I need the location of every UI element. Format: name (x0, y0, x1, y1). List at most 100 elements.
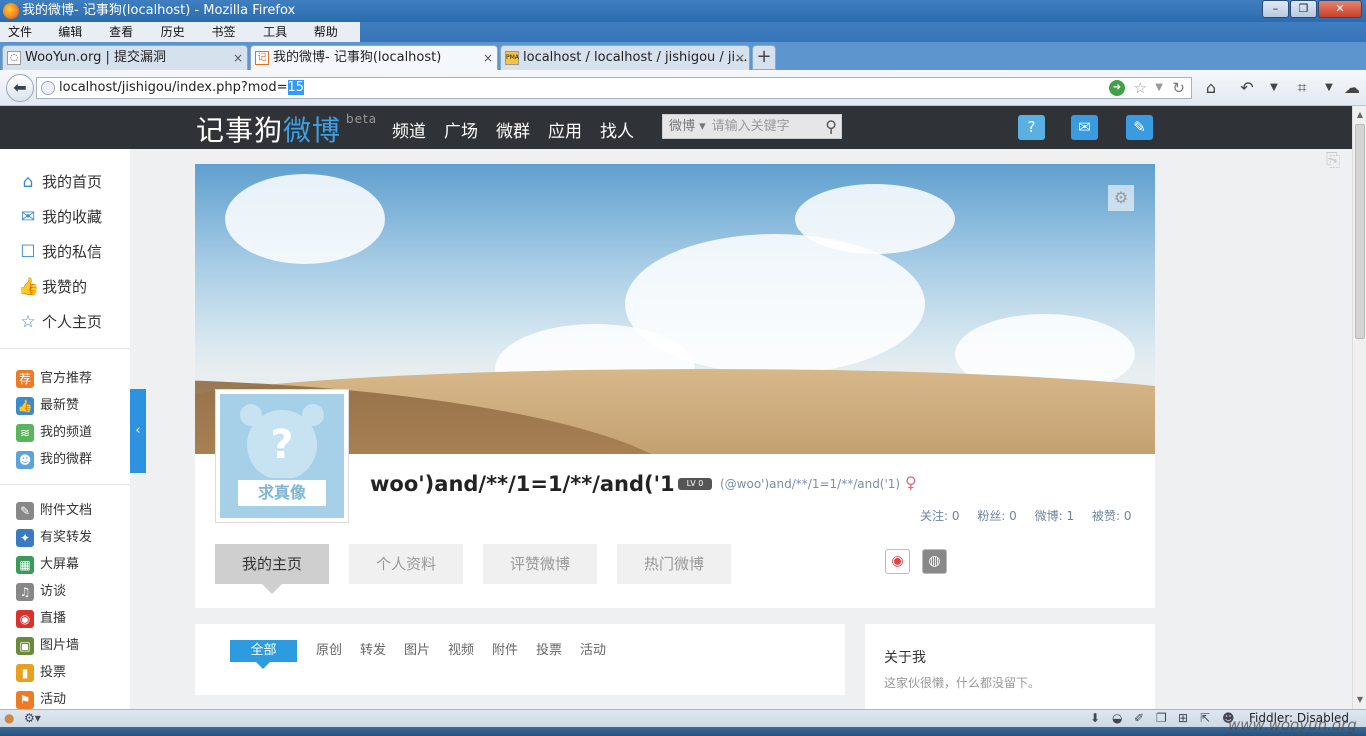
minimize-button[interactable]: – (1262, 0, 1289, 18)
tab-wooyun[interactable]: ◌ WooYun.org | 提交漏洞 × (2, 45, 248, 70)
sidebar-item-latest-likes[interactable]: 👍 最新赞 (16, 394, 79, 415)
feed-tab-votes[interactable]: 投票 (536, 640, 562, 662)
sidebar-item-messages[interactable]: ☐ 我的私信 (18, 241, 102, 262)
tab-close-icon[interactable]: × (483, 46, 493, 70)
tab-close-icon[interactable]: × (233, 46, 243, 70)
stat-liked[interactable]: 被赞: 0 (1092, 509, 1132, 523)
tab-hot-posts[interactable]: 热门微博 (617, 544, 731, 584)
menu-history[interactable]: 历史(S) (155, 22, 206, 59)
sidebar-item-liked[interactable]: 👍 我赞的 (18, 276, 87, 297)
mask-icon[interactable]: ◒ (1112, 710, 1122, 727)
sidebar-item-attachments[interactable]: ✎ 附件文档 (16, 499, 92, 520)
tab-my-home[interactable]: 我的主页 (215, 544, 329, 584)
feed-tab-events[interactable]: 活动 (580, 640, 606, 662)
menu-tools[interactable]: 工具(T) (257, 22, 308, 59)
gear-icon[interactable]: ⚙ (1108, 185, 1134, 211)
feed-tab-attachments[interactable]: 附件 (492, 640, 518, 662)
tab-liked-posts[interactable]: 评赞微博 (483, 544, 597, 584)
window-title: 我的微博- 记事狗(localhost) - Mozilla Firefox (22, 3, 296, 18)
scrollbar-thumb[interactable] (1355, 124, 1365, 339)
home-icon[interactable]: ⌂ (1199, 76, 1223, 100)
tab-profile-info[interactable]: 个人资料 (349, 544, 463, 584)
stat-followers[interactable]: 粉丝: 0 (977, 509, 1017, 523)
tab-jishigou[interactable]: 记 我的微博- 记事狗(localhost) × (250, 45, 498, 70)
window-icon[interactable]: ❐ (1156, 710, 1167, 727)
nav-group[interactable]: 微群 (496, 117, 530, 142)
weibo-share-icon[interactable]: ◉ (885, 549, 910, 574)
qq-share-icon[interactable]: ◍ (922, 549, 947, 574)
help-icon[interactable]: ? (1018, 115, 1045, 140)
history-dropdown-icon[interactable]: ▼ (1155, 78, 1163, 98)
url-bar[interactable]: localhost/jishigou/index.php?mod=15 ➜ ☆ … (36, 77, 1192, 99)
nav-find-people[interactable]: 找人 (600, 117, 634, 142)
feed-tab-images[interactable]: 图片 (404, 640, 430, 662)
sidebar-item-big-screen[interactable]: ▦ 大屏幕 (16, 553, 79, 574)
sidebar-item-events[interactable]: ⚑ 活动 (16, 688, 66, 709)
sidebar-item-recommend[interactable]: 荐官方推荐 (16, 367, 92, 388)
feed-tab-repost[interactable]: 转发 (360, 640, 386, 662)
crop-dropdown-icon[interactable]: ▼ (1317, 76, 1341, 100)
menu-help[interactable]: 帮助(H) (308, 22, 360, 59)
avatar[interactable]: ? 求真像 (215, 389, 349, 523)
sidebar-item-vote[interactable]: ▮ 投票 (16, 661, 66, 682)
sidebar-item-photo-wall[interactable]: ▣ 图片墙 (16, 634, 79, 655)
feed-tab-videos[interactable]: 视频 (448, 640, 474, 662)
sidebar-item-favorites[interactable]: ✉ 我的收藏 (18, 206, 102, 227)
image-icon: ▣ (16, 636, 34, 655)
mail-icon[interactable]: ✉ (1071, 115, 1098, 140)
close-window-button[interactable]: ✕ (1318, 0, 1362, 18)
menu-view[interactable]: 查看(V) (103, 22, 154, 59)
maximize-button[interactable]: ❐ (1290, 0, 1317, 18)
sidebar-item-my-channels[interactable]: ≋ 我的频道 (16, 421, 92, 442)
bookmark-star-icon[interactable]: ☆ (1134, 78, 1147, 98)
page-corner-icon[interactable]: ⎘ (1326, 150, 1350, 174)
sidebar-item-interview[interactable]: ♫ 访谈 (16, 580, 66, 601)
sidebar-item-profile[interactable]: ☆ 个人主页 (18, 311, 102, 332)
sidebar-item-live[interactable]: ◉ 直播 (16, 607, 66, 628)
stat-posts[interactable]: 微博: 1 (1035, 509, 1075, 523)
new-tab-button[interactable]: + (752, 45, 776, 70)
search-icon[interactable]: ⚲ (825, 115, 837, 138)
back-button[interactable]: ⬅ (6, 74, 34, 102)
scroll-up-icon[interactable]: ▲ (1353, 108, 1366, 122)
go-icon[interactable]: ➜ (1109, 80, 1125, 96)
chat-icon[interactable]: ☁ (1340, 76, 1364, 100)
export-icon[interactable]: ⇱ (1200, 710, 1210, 727)
feed-tab-original[interactable]: 原创 (316, 640, 342, 662)
search-scope-select[interactable]: 微博 ▾ (669, 119, 706, 134)
tab-favicon-icon: ◌ (7, 51, 21, 65)
nav-apps[interactable]: 应用 (548, 117, 582, 142)
live-icon: ◉ (16, 609, 34, 628)
nav-channel[interactable]: 频道 (392, 117, 426, 142)
site-search-input[interactable]: 微博 ▾ 请输入关键字 ⚲ (662, 114, 842, 139)
stat-following[interactable]: 关注: 0 (920, 509, 960, 523)
nav-square[interactable]: 广场 (444, 117, 478, 142)
download-icon[interactable]: ⬇ (1090, 710, 1100, 727)
level-badge: LV 0 (678, 478, 712, 490)
sidebar-item-reward-repost[interactable]: ✦ 有奖转发 (16, 526, 92, 547)
vertical-scrollbar[interactable]: ▲ ▼ (1352, 106, 1366, 709)
sidebar-item-my-groups[interactable]: ☻ 我的微群 (16, 448, 92, 469)
compose-icon[interactable]: ✎ (1126, 115, 1153, 140)
crop-icon[interactable]: ⌗ (1290, 76, 1314, 100)
undo-icon[interactable]: ↶ (1235, 76, 1259, 100)
logo-accent: 微博 (283, 114, 342, 147)
menu-bookmarks[interactable]: 书签(B) (206, 22, 258, 59)
reload-icon[interactable]: ↻ (1172, 78, 1185, 98)
feed-tab-all[interactable]: 全部 (230, 640, 297, 662)
tab-close-icon[interactable]: × (735, 46, 745, 70)
plus-box-icon[interactable]: ⊞ (1178, 710, 1188, 727)
tab-phpmyadmin[interactable]: PMA localhost / localhost / jishigou / j… (500, 45, 750, 70)
firebug-icon[interactable]: ● (4, 710, 14, 727)
firefox-icon (3, 3, 19, 19)
undo-dropdown-icon[interactable]: ▼ (1262, 76, 1286, 100)
scroll-down-icon[interactable]: ▼ (1353, 693, 1366, 707)
sidebar-item-home[interactable]: ⌂ 我的首页 (18, 171, 102, 192)
recommend-icon: 荐 (16, 369, 34, 388)
site-logo[interactable]: 记事狗微博 beta (196, 109, 376, 149)
sidebar-collapse-button[interactable]: ‹ (130, 389, 146, 473)
menu-file[interactable]: 文件(F) (2, 22, 52, 59)
addon-icon[interactable]: ⚙▾ (24, 710, 41, 727)
menu-edit[interactable]: 编辑(E) (52, 22, 103, 59)
brush-icon[interactable]: ✐ (1134, 710, 1144, 727)
